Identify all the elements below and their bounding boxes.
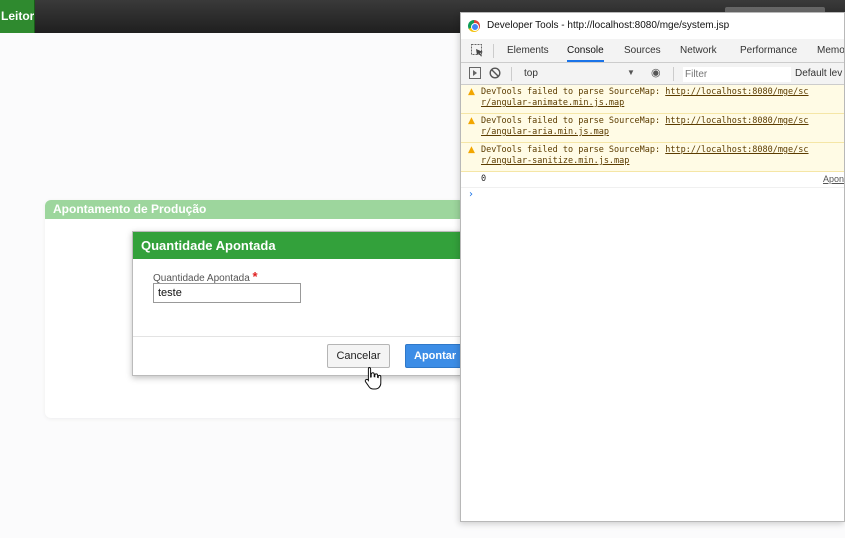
warning-icon: ▲ [468, 116, 475, 126]
tab-performance[interactable]: Performance [740, 39, 797, 62]
toolbar-separator-2 [673, 67, 674, 81]
warning-line-1: DevTools failed to parse SourceMap: http… [481, 116, 844, 127]
devtools-window-title: Developer Tools - http://localhost:8080/… [487, 20, 730, 31]
devtools-tab-bar: Elements Console Sources Network Perform… [461, 39, 844, 63]
eye-icon[interactable]: ◉ [651, 66, 661, 79]
console-filter-input[interactable] [683, 67, 791, 82]
context-selector[interactable]: top [524, 68, 538, 79]
quantity-field-label: Quantidade Apontada * [153, 269, 258, 284]
devtools-title-bar: Developer Tools - http://localhost:8080/… [461, 13, 844, 39]
warning-icon: ▲ [468, 145, 475, 155]
warning-text: DevTools failed to parse SourceMap: [481, 145, 666, 155]
warning-text: DevTools failed to parse SourceMap: [481, 116, 666, 126]
sourcemap-link-cont[interactable]: r/angular-sanitize.min.js.map [481, 156, 629, 166]
chrome-icon [468, 20, 480, 32]
warning-line-2: r/angular-aria.min.js.map [481, 127, 844, 138]
cancel-button[interactable]: Cancelar [327, 344, 390, 368]
modal-title: Quantidade Apontada [133, 232, 461, 259]
sourcemap-link-cont[interactable]: r/angular-aria.min.js.map [481, 127, 609, 137]
leitor-button[interactable]: Leitor [0, 0, 35, 33]
console-log-row: 0 Apon [461, 172, 844, 188]
console-warning: ▲ DevTools failed to parse SourceMap: ht… [461, 143, 844, 172]
inspect-element-icon[interactable] [471, 44, 484, 57]
console-prompt[interactable]: › [461, 188, 844, 202]
console-warning: ▲ DevTools failed to parse SourceMap: ht… [461, 114, 844, 143]
tab-separator [493, 44, 494, 58]
log-source-link[interactable]: Apon [823, 172, 844, 186]
toolbar-separator [511, 67, 512, 81]
tab-memory[interactable]: Memo [817, 39, 844, 62]
quantity-input[interactable] [153, 283, 301, 303]
sourcemap-link-cont[interactable]: r/angular-animate.min.js.map [481, 98, 624, 108]
quantity-modal: Quantidade Apontada Quantidade Apontada … [132, 231, 465, 376]
sourcemap-link[interactable]: http://localhost:8080/mge/sc [665, 116, 808, 126]
warning-line-1: DevTools failed to parse SourceMap: http… [481, 87, 844, 98]
console-output: ▲ DevTools failed to parse SourceMap: ht… [461, 85, 844, 202]
required-mark: * [252, 269, 258, 284]
tab-elements[interactable]: Elements [507, 39, 549, 62]
warning-line-2: r/angular-animate.min.js.map [481, 98, 844, 109]
panel-title: Apontamento de Produção [45, 200, 465, 219]
console-warning: ▲ DevTools failed to parse SourceMap: ht… [461, 85, 844, 114]
log-value: 0 [481, 174, 487, 184]
warning-line-2: r/angular-sanitize.min.js.map [481, 156, 844, 167]
warning-text: DevTools failed to parse SourceMap: [481, 87, 666, 97]
log-levels-dropdown[interactable]: Default lev [795, 68, 842, 79]
modal-divider [133, 336, 461, 337]
sourcemap-link[interactable]: http://localhost:8080/mge/sc [665, 87, 808, 97]
sidebar-toggle-icon[interactable] [469, 67, 481, 79]
devtools-window: Developer Tools - http://localhost:8080/… [460, 12, 845, 522]
chevron-down-icon[interactable]: ▼ [627, 68, 635, 77]
hand-cursor-icon [364, 366, 382, 390]
console-toolbar: top ▼ ◉ Default lev [461, 63, 844, 85]
tab-console[interactable]: Console [567, 39, 604, 62]
apontar-button[interactable]: Apontar [405, 344, 465, 368]
clear-console-icon[interactable] [489, 67, 501, 79]
tab-network[interactable]: Network [680, 39, 717, 62]
warning-line-1: DevTools failed to parse SourceMap: http… [481, 145, 844, 156]
sourcemap-link[interactable]: http://localhost:8080/mge/sc [665, 145, 808, 155]
warning-icon: ▲ [468, 87, 475, 97]
tab-sources[interactable]: Sources [624, 39, 661, 62]
